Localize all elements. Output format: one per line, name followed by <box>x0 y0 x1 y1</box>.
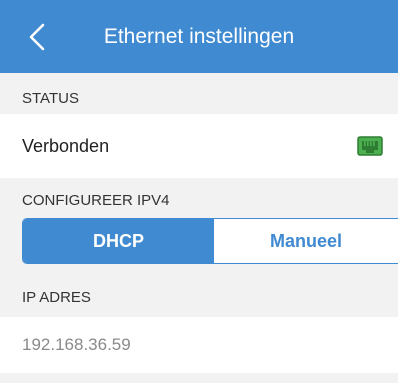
status-row: Verbonden <box>0 114 398 178</box>
ip-section-header: IP ADRES <box>22 289 91 306</box>
status-value: Verbonden <box>22 136 110 156</box>
page-title: Ethernet instellingen <box>103 25 295 48</box>
ethernet-connected-icon <box>357 136 383 156</box>
navigation-bar: Ethernet instellingen <box>0 0 398 73</box>
ipv4-section-header: CONFIGUREER IPV4 <box>22 192 170 209</box>
manual-option[interactable]: Manueel <box>214 219 398 263</box>
dhcp-option[interactable]: DHCP <box>23 219 214 263</box>
ipv4-mode-segmented-control: DHCP Manueel <box>22 218 398 264</box>
status-section-header: STATUS <box>22 90 79 107</box>
ip-address-row: 192.168.36.59 <box>0 317 398 373</box>
ip-address-value: 192.168.36.59 <box>22 335 131 354</box>
